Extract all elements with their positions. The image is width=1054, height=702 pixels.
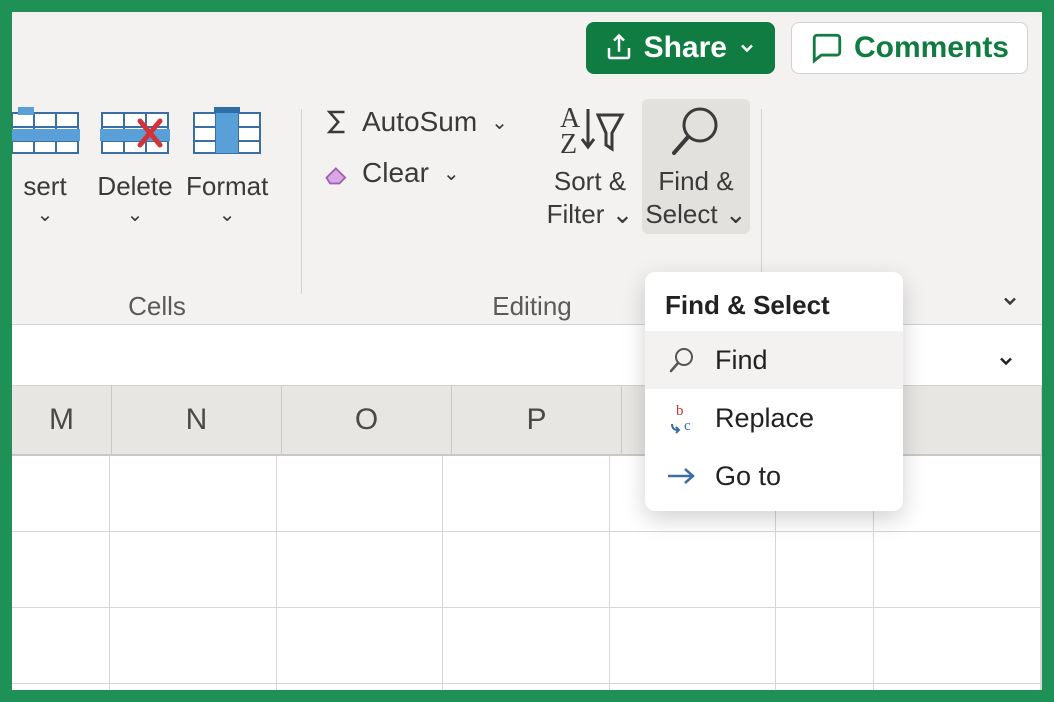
delete-label: Delete [97,171,172,202]
delete-cells-icon [100,107,170,159]
dropdown-item-replace[interactable]: b c Replace [645,389,903,447]
column-header[interactable]: P [452,386,622,454]
dropdown-item-goto[interactable]: Go to [645,447,903,505]
find-select-dropdown: Find & Select Find b c Replace [645,272,903,511]
share-icon [604,33,634,63]
comments-button[interactable]: Comments [791,22,1028,74]
sort-filter-icon: A Z [554,101,626,161]
comments-label: Comments [854,31,1009,65]
autosum-button[interactable]: AutoSum ⌄ [322,105,508,139]
find-select-button[interactable]: Find &Select ⌄ [642,99,750,234]
cell[interactable] [1041,532,1042,607]
chevron-down-icon [996,291,1024,311]
svg-text:c: c [684,418,691,434]
cell[interactable] [443,456,610,531]
column-header[interactable]: M [12,386,112,454]
cell[interactable] [610,532,777,607]
chevron-down-icon: ⌄ [127,202,144,227]
cell[interactable] [12,684,110,702]
chevron-down-icon: ⌄ [491,110,508,135]
cell[interactable] [610,608,777,683]
format-label: Format [186,171,268,202]
dropdown-title: Find & Select [645,272,903,331]
share-label: Share [644,31,727,65]
cell[interactable] [110,532,277,607]
cell[interactable] [277,456,444,531]
insert-label: sert [23,171,66,202]
sort-filter-label: Sort &Filter ⌄ [547,165,634,230]
cell[interactable] [874,684,1041,702]
table-row [12,684,1042,702]
cell[interactable] [12,456,110,531]
format-cells-icon [192,107,262,159]
cell[interactable] [776,608,874,683]
table-row [12,608,1042,684]
table-row [12,532,1042,608]
chevron-down-icon [992,351,1020,371]
comments-icon [810,31,844,65]
dropdown-item-label: Go to [715,461,781,492]
share-button[interactable]: Share [586,22,775,74]
column-header[interactable]: N [112,386,282,454]
eraser-icon [322,159,352,187]
cell[interactable] [874,532,1041,607]
cell[interactable] [110,456,277,531]
clear-label: Clear [362,157,429,189]
arrow-right-icon [666,464,698,488]
chevron-down-icon [737,38,757,58]
cell[interactable] [443,684,610,702]
cell[interactable] [443,608,610,683]
column-header[interactable]: O [282,386,452,454]
ribbon-collapse-chevron[interactable] [996,287,1024,318]
cell[interactable] [277,532,444,607]
cell[interactable] [1041,456,1042,531]
cell[interactable] [277,608,444,683]
cells-group: sert ⌄ [12,99,302,324]
dropdown-item-label: Replace [715,403,814,434]
cell[interactable] [277,684,444,702]
dropdown-item-find[interactable]: Find [645,331,903,389]
cell[interactable] [776,684,874,702]
cell[interactable] [1041,684,1042,702]
cell[interactable] [12,608,110,683]
clear-button[interactable]: Clear ⌄ [322,157,508,189]
chevron-down-icon: ⌄ [219,202,236,227]
cell[interactable] [12,532,110,607]
sigma-icon [322,105,352,139]
dropdown-item-label: Find [715,345,768,376]
find-select-label: Find &Select ⌄ [645,165,746,230]
magnifier-icon [666,101,726,161]
replace-icon: b c [666,402,698,434]
svg-text:b: b [676,403,684,419]
cell[interactable] [443,532,610,607]
cell[interactable] [110,684,277,702]
chevron-down-icon: ⌄ [443,161,460,186]
svg-text:Z: Z [560,129,577,160]
column-header[interactable] [892,386,1042,454]
insert-cells-icon [10,107,80,159]
chevron-down-icon: ⌄ [37,202,54,227]
formula-bar-expand[interactable] [992,347,1020,378]
divider [761,109,762,294]
cell[interactable] [610,684,777,702]
cell[interactable] [1041,608,1042,683]
cells-group-label: Cells [12,291,302,322]
cell[interactable] [110,608,277,683]
cell[interactable] [776,532,874,607]
autosum-label: AutoSum [362,106,477,138]
sort-filter-button[interactable]: A Z Sort &Filter ⌄ [542,101,638,230]
search-icon [667,345,697,375]
cell[interactable] [874,608,1041,683]
